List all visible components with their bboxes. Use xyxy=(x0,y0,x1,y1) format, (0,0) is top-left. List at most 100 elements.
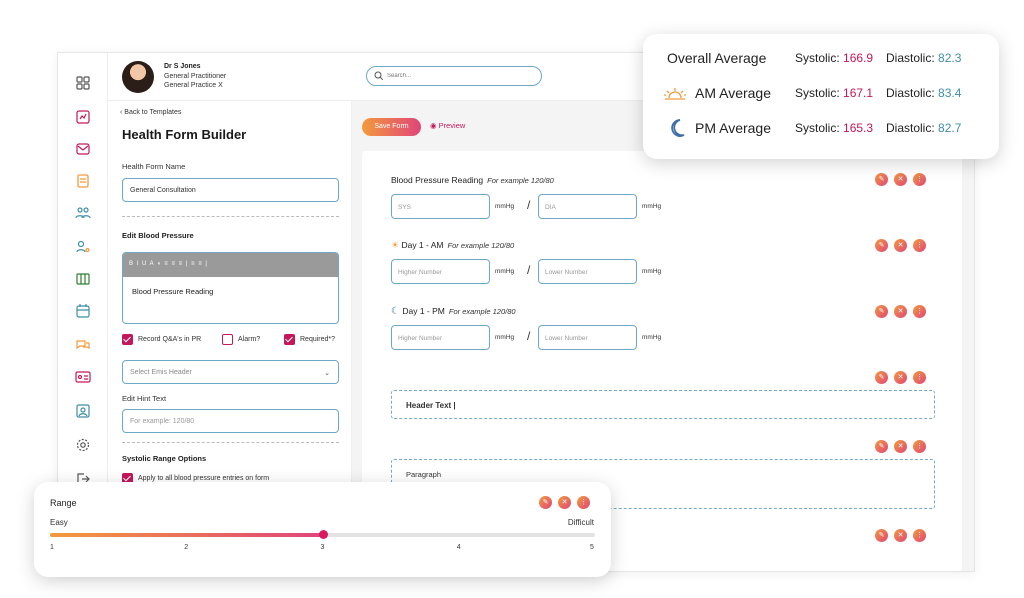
delete-icon[interactable]: ✕ xyxy=(558,496,571,509)
am-higher-input[interactable]: Higher Number xyxy=(391,259,490,284)
people-icon[interactable] xyxy=(75,205,91,221)
search-box[interactable] xyxy=(366,66,542,86)
drag-handle-icon[interactable]: ⋮ xyxy=(913,440,926,453)
rte-content[interactable]: Blood Pressure Reading xyxy=(123,277,338,306)
slash-separator: / xyxy=(527,329,531,343)
systolic-range-label: Systolic Range Options xyxy=(122,454,207,463)
systolic-label: Systolic: xyxy=(795,51,840,65)
grid-icon[interactable] xyxy=(75,75,91,91)
note-icon[interactable] xyxy=(75,173,91,189)
edit-icon[interactable]: ✎ xyxy=(539,496,552,509)
eye-icon: ◉ xyxy=(430,121,437,130)
drag-handle-icon[interactable]: ⋮ xyxy=(913,305,926,318)
diastolic-value: Diastolic: 82.3 xyxy=(886,51,961,65)
systolic-number: 165.3 xyxy=(843,121,874,135)
field-actions: ✎ ✕ ⋮ xyxy=(875,529,929,543)
day-pm-title: ☾ Day 1 - PM For example 120/80 xyxy=(391,306,516,317)
moon-icon: ☾ xyxy=(391,306,400,317)
averages-card: Overall Average Systolic: 166.9 Diastoli… xyxy=(643,34,999,159)
drag-handle-icon[interactable]: ⋮ xyxy=(577,496,590,509)
back-to-templates-link[interactable]: ‹ Back to Templates xyxy=(120,109,181,116)
field-actions: ✎ ✕ ⋮ xyxy=(875,305,929,319)
range-slider-track[interactable] xyxy=(50,530,595,539)
range-slider-thumb[interactable] xyxy=(318,530,328,539)
hint-text-input[interactable]: For example: 120/80 xyxy=(122,409,339,433)
dia-input[interactable]: DIA xyxy=(538,194,637,219)
id-card-icon[interactable] xyxy=(75,369,91,385)
diastolic-number: 83.4 xyxy=(938,86,962,100)
header-text-field[interactable]: Header Text | xyxy=(391,390,935,419)
drag-handle-icon[interactable]: ⋮ xyxy=(913,173,926,186)
bp-title-text: Blood Pressure Reading xyxy=(391,175,484,185)
edit-icon[interactable]: ✎ xyxy=(875,440,888,453)
emis-header-value: Select Emis Header xyxy=(130,369,192,376)
day-pm-label: Day 1 - PM xyxy=(402,306,445,316)
calendar-icon[interactable] xyxy=(75,303,91,319)
diastolic-label: Diastolic: xyxy=(886,121,935,135)
range-slider-fill xyxy=(50,533,323,537)
required-checkbox[interactable] xyxy=(284,334,295,345)
preview-button[interactable]: ◉ Preview xyxy=(430,121,465,130)
systolic-label: Systolic: xyxy=(795,86,840,100)
page-title: Health Form Builder xyxy=(122,127,247,142)
delete-icon[interactable]: ✕ xyxy=(894,529,907,542)
pm-higher-input[interactable]: Higher Number xyxy=(391,325,490,350)
sys-input[interactable]: SYS xyxy=(391,194,490,219)
contact-icon[interactable] xyxy=(75,403,91,419)
columns-icon[interactable] xyxy=(75,271,91,287)
doctor-practice: General Practice X xyxy=(164,82,223,89)
save-form-button[interactable]: Save Form xyxy=(362,118,421,136)
edit-bp-label: Edit Blood Pressure xyxy=(122,231,194,240)
range-tick-label: 2 xyxy=(184,544,189,551)
unit-label: mmHg xyxy=(495,268,515,275)
unit-label: mmHg xyxy=(642,268,662,275)
pm-lower-input[interactable]: Lower Number xyxy=(538,325,637,350)
preview-label: Preview xyxy=(438,121,466,130)
diastolic-label: Diastolic: xyxy=(886,51,935,65)
range-title: Range xyxy=(50,498,77,508)
delete-icon[interactable]: ✕ xyxy=(894,173,907,186)
am-average-label: AM Average xyxy=(695,85,772,101)
rte-toolbar[interactable]: B I U A ◖ ≡ ≡ ≡ | ≡ ≡ | xyxy=(123,253,338,277)
am-lower-input[interactable]: Lower Number xyxy=(538,259,637,284)
day-am-title: ☀ Day 1 - AM For example 120/80 xyxy=(391,240,514,251)
edit-icon[interactable]: ✎ xyxy=(875,239,888,252)
edit-icon[interactable]: ✎ xyxy=(875,173,888,186)
systolic-number: 167.1 xyxy=(843,86,874,100)
gear-icon[interactable] xyxy=(75,437,91,453)
delete-icon[interactable]: ✕ xyxy=(894,371,907,384)
unit-label: mmHg xyxy=(495,203,515,210)
rich-text-editor[interactable]: B I U A ◖ ≡ ≡ ≡ | ≡ ≡ | Blood Pressure R… xyxy=(122,252,339,324)
avatar[interactable] xyxy=(122,61,154,93)
field-actions: ✎ ✕ ⋮ xyxy=(875,239,929,253)
pm-average-row: PM Average Systolic: 165.3 Diastolic: 82… xyxy=(643,118,999,142)
day-pm-example: For example 120/80 xyxy=(448,307,516,316)
emis-header-select[interactable]: Select Emis Header ⌄ xyxy=(122,360,339,384)
field-actions: ✎ ✕ ⋮ xyxy=(875,371,929,385)
alarm-checkbox[interactable] xyxy=(222,334,233,345)
envelope-icon[interactable] xyxy=(75,141,91,157)
form-name-label: Health Form Name xyxy=(122,162,186,171)
drag-handle-icon[interactable]: ⋮ xyxy=(913,239,926,252)
drag-handle-icon[interactable]: ⋮ xyxy=(913,371,926,384)
apply-all-label: Apply to all blood pressure entries on f… xyxy=(138,475,270,482)
edit-icon[interactable]: ✎ xyxy=(875,529,888,542)
edit-icon[interactable]: ✎ xyxy=(875,371,888,384)
delete-icon[interactable]: ✕ xyxy=(894,239,907,252)
systolic-number: 166.9 xyxy=(843,51,874,65)
edit-icon[interactable]: ✎ xyxy=(875,305,888,318)
delete-icon[interactable]: ✕ xyxy=(894,305,907,318)
delete-icon[interactable]: ✕ xyxy=(894,440,907,453)
chart-icon[interactable] xyxy=(75,109,91,125)
range-min-label: Easy xyxy=(50,518,68,527)
user-settings-icon[interactable] xyxy=(75,239,91,255)
sunrise-icon xyxy=(664,88,686,100)
back-link-label: Back to Templates xyxy=(124,109,182,116)
search-input[interactable] xyxy=(387,70,527,82)
record-qa-checkbox[interactable] xyxy=(122,334,133,345)
chat-icon[interactable] xyxy=(75,337,91,353)
form-name-input[interactable]: General Consultation xyxy=(122,178,339,202)
day-am-example: For example 120/80 xyxy=(447,241,515,250)
drag-handle-icon[interactable]: ⋮ xyxy=(913,529,926,542)
range-tick-label: 4 xyxy=(456,544,461,551)
